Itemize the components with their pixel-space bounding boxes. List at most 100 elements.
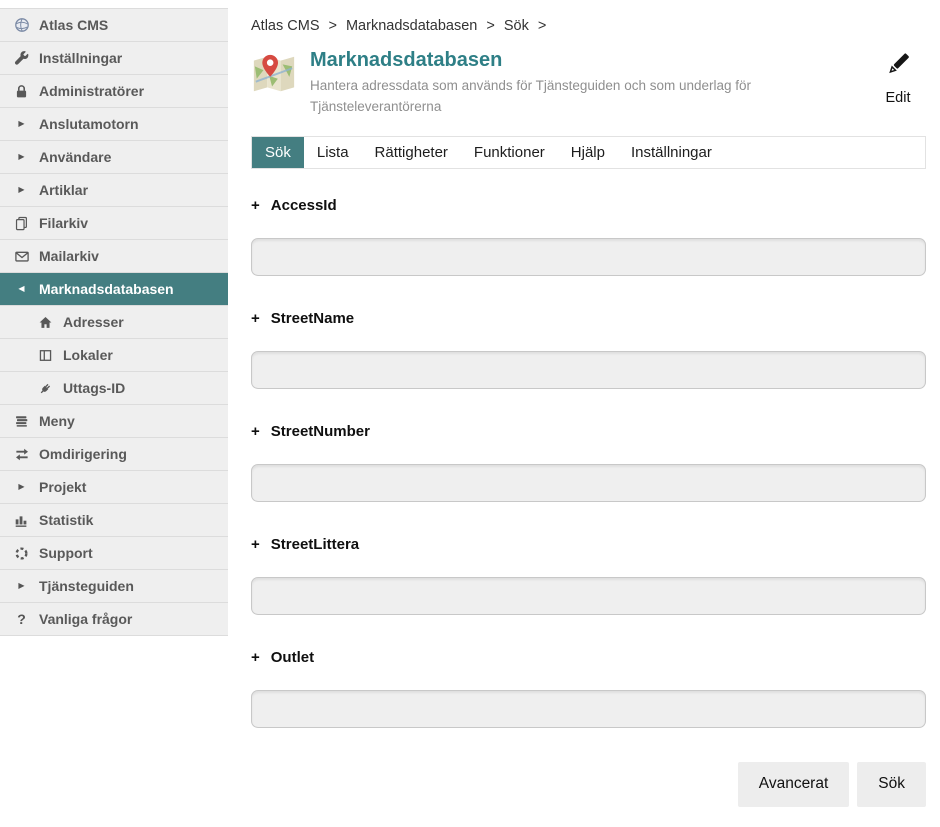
question-icon: ? — [13, 611, 30, 627]
sidebar-item-atlas-cms[interactable]: Atlas CMS — [0, 9, 228, 42]
breadcrumb-separator: > — [486, 18, 494, 34]
sidebar-item-label: Omdirigering — [39, 446, 127, 462]
triangle-left-icon: ◀ — [13, 281, 30, 297]
sidebar-item-anvandare[interactable]: ▶ Användare — [0, 141, 228, 174]
sidebar-item-omdirigering[interactable]: Omdirigering — [0, 438, 228, 471]
sidebar-item-label: Inställningar — [39, 50, 122, 66]
breadcrumb-sok[interactable]: Sök — [504, 18, 529, 34]
field-label: StreetName — [271, 310, 354, 327]
streetnumber-input[interactable] — [251, 464, 926, 502]
triangle-right-icon: ▶ — [13, 182, 30, 198]
sidebar-item-statistik[interactable]: Statistik — [0, 504, 228, 537]
tab-lista[interactable]: Lista — [304, 137, 362, 168]
sidebar-item-label: Meny — [39, 413, 75, 429]
breadcrumb-marknadsdatabasen[interactable]: Marknadsdatabasen — [346, 18, 477, 34]
tab-rattigheter[interactable]: Rättigheter — [362, 137, 461, 168]
sidebar-item-label: Tjänsteguiden — [39, 578, 134, 594]
sidebar-item-anslutamotorn[interactable]: ▶ Anslutamotorn — [0, 108, 228, 141]
expand-icon[interactable]: + — [251, 649, 260, 666]
breadcrumb: Atlas CMS > Marknadsdatabasen > Sök > — [251, 18, 926, 34]
field-outlet: + Outlet — [251, 649, 926, 728]
search-button[interactable]: Sök — [857, 762, 926, 807]
tab-sok[interactable]: Sök — [252, 137, 304, 168]
sidebar-item-administratorer[interactable]: Administratörer — [0, 75, 228, 108]
sidebar: Atlas CMS Inställningar Administratörer … — [0, 8, 228, 807]
sidebar-item-label: Filarkiv — [39, 215, 88, 231]
field-toggle-accessid[interactable]: + AccessId — [251, 197, 926, 214]
sidebar-item-label: Projekt — [39, 479, 86, 495]
sidebar-item-filarkiv[interactable]: Filarkiv — [0, 207, 228, 240]
expand-icon[interactable]: + — [251, 197, 260, 214]
breadcrumb-atlas-cms[interactable]: Atlas CMS — [251, 18, 320, 34]
sidebar-item-label: Artiklar — [39, 182, 88, 198]
sidebar-item-lokaler[interactable]: Lokaler — [0, 339, 228, 372]
sidebar-item-tjansteguiden[interactable]: ▶ Tjänsteguiden — [0, 570, 228, 603]
plug-icon — [37, 380, 54, 396]
outlet-input[interactable] — [251, 690, 926, 728]
main-content: Atlas CMS > Marknadsdatabasen > Sök > — [228, 0, 940, 807]
sidebar-item-label: Marknadsdatabasen — [39, 281, 174, 297]
redirect-arrows-icon — [13, 446, 30, 462]
streetlittera-input[interactable] — [251, 577, 926, 615]
sidebar-item-label: Support — [39, 545, 93, 561]
tab-funktioner[interactable]: Funktioner — [461, 137, 558, 168]
sidebar-item-marknadsdatabasen[interactable]: ◀ Marknadsdatabasen — [0, 273, 228, 306]
sidebar-item-label: Administratörer — [39, 83, 144, 99]
page-header: Marknadsdatabasen Hantera adressdata som… — [251, 49, 926, 118]
triangle-right-icon: ▶ — [13, 116, 30, 132]
page-title: Marknadsdatabasen — [310, 49, 870, 72]
expand-icon[interactable]: + — [251, 536, 260, 553]
tab-bar: Sök Lista Rättigheter Funktioner Hjälp I… — [251, 136, 926, 169]
sidebar-item-mailarkiv[interactable]: Mailarkiv — [0, 240, 228, 273]
edit-label: Edit — [870, 90, 926, 106]
field-toggle-streetname[interactable]: + StreetName — [251, 310, 926, 327]
lock-icon — [13, 83, 30, 99]
sidebar-item-vanliga-fragor[interactable]: ? Vanliga frågor — [0, 603, 228, 636]
room-icon — [37, 347, 54, 363]
sidebar-item-label: Uttags-ID — [63, 380, 125, 396]
field-toggle-streetnumber[interactable]: + StreetNumber — [251, 423, 926, 440]
field-label: AccessId — [271, 197, 337, 214]
tab-installningar[interactable]: Inställningar — [618, 137, 725, 168]
sidebar-item-label: Lokaler — [63, 347, 113, 363]
sidebar-item-projekt[interactable]: ▶ Projekt — [0, 471, 228, 504]
sidebar-item-artiklar[interactable]: ▶ Artiklar — [0, 174, 228, 207]
pencil-icon — [883, 66, 913, 83]
field-label: StreetLittera — [271, 536, 359, 553]
bar-chart-icon — [13, 512, 30, 528]
field-toggle-streetlittera[interactable]: + StreetLittera — [251, 536, 926, 553]
home-icon — [37, 314, 54, 330]
advanced-button[interactable]: Avancerat — [738, 762, 850, 807]
triangle-right-icon: ▶ — [13, 149, 30, 165]
menu-stack-icon — [13, 413, 30, 429]
breadcrumb-separator: > — [329, 18, 337, 34]
breadcrumb-separator: > — [538, 18, 546, 34]
sidebar-item-label: Statistik — [39, 512, 93, 528]
triangle-right-icon: ▶ — [13, 578, 30, 594]
sidebar-item-uttags-id[interactable]: Uttags-ID — [0, 372, 228, 405]
header-text: Marknadsdatabasen Hantera adressdata som… — [310, 49, 870, 118]
expand-icon[interactable]: + — [251, 423, 260, 440]
sidebar-item-label: Mailarkiv — [39, 248, 99, 264]
sidebar-item-meny[interactable]: Meny — [0, 405, 228, 438]
field-toggle-outlet[interactable]: + Outlet — [251, 649, 926, 666]
field-label: StreetNumber — [271, 423, 370, 440]
sidebar-item-installningar[interactable]: Inställningar — [0, 42, 228, 75]
sidebar-nav-list: Atlas CMS Inställningar Administratörer … — [0, 8, 228, 636]
wrench-icon — [13, 50, 30, 66]
search-form: + AccessId + StreetName + StreetNumber — [251, 197, 926, 807]
tab-hjalp[interactable]: Hjälp — [558, 137, 618, 168]
sidebar-item-label: Atlas CMS — [39, 17, 108, 33]
pages-icon — [13, 215, 30, 231]
sidebar-item-support[interactable]: Support — [0, 537, 228, 570]
sidebar-item-label: Adresser — [63, 314, 124, 330]
page-subtitle: Hantera adressdata som används för Tjäns… — [310, 76, 845, 118]
envelope-icon — [13, 248, 30, 264]
field-accessid: + AccessId — [251, 197, 926, 276]
accessid-input[interactable] — [251, 238, 926, 276]
expand-icon[interactable]: + — [251, 310, 260, 327]
sidebar-item-adresser[interactable]: Adresser — [0, 306, 228, 339]
sidebar-item-label: Anslutamotorn — [39, 116, 139, 132]
streetname-input[interactable] — [251, 351, 926, 389]
edit-button[interactable]: Edit — [870, 49, 926, 106]
